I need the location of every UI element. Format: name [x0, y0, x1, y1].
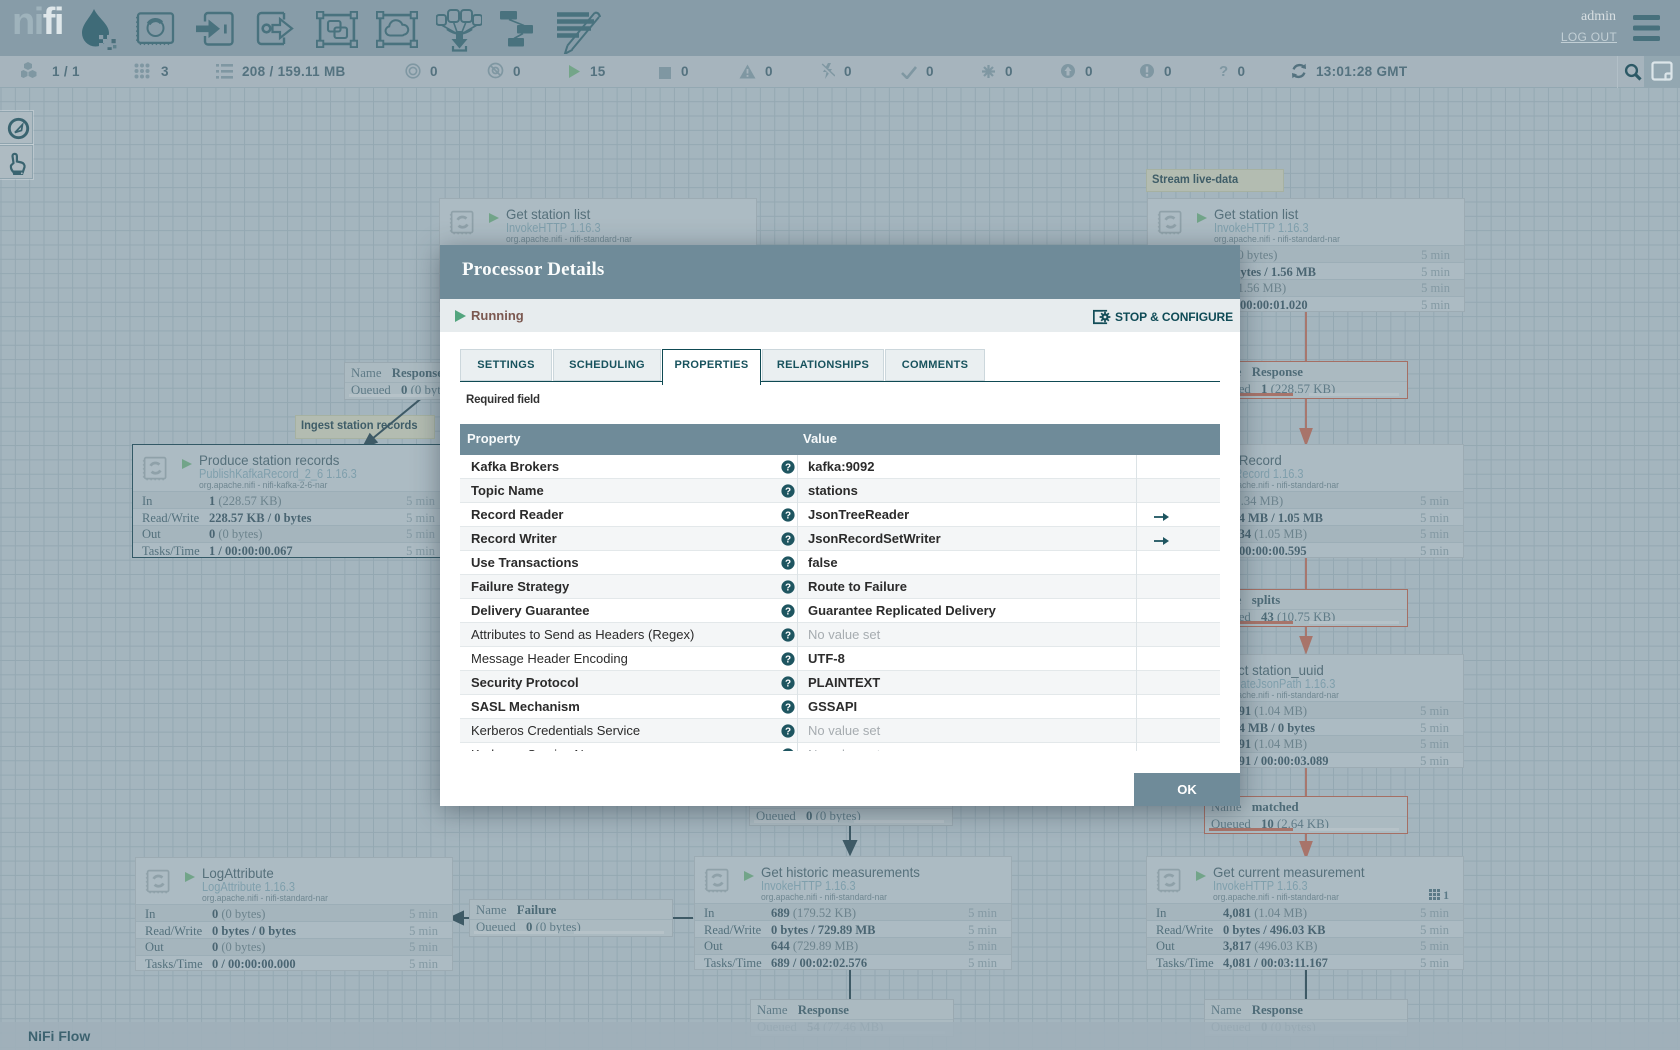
svg-text:?: ? [785, 654, 791, 665]
svg-text:?: ? [785, 630, 791, 641]
svg-text:?: ? [785, 486, 791, 497]
svg-text:?: ? [785, 606, 791, 617]
svg-text:?: ? [785, 558, 791, 569]
svg-text:?: ? [785, 534, 791, 545]
svg-text:?: ? [785, 582, 791, 593]
svg-text:?: ? [785, 462, 791, 473]
svg-text:?: ? [785, 702, 791, 713]
svg-text:?: ? [785, 750, 791, 751]
svg-text:?: ? [785, 726, 791, 737]
svg-text:?: ? [785, 510, 791, 521]
svg-text:?: ? [785, 678, 791, 689]
